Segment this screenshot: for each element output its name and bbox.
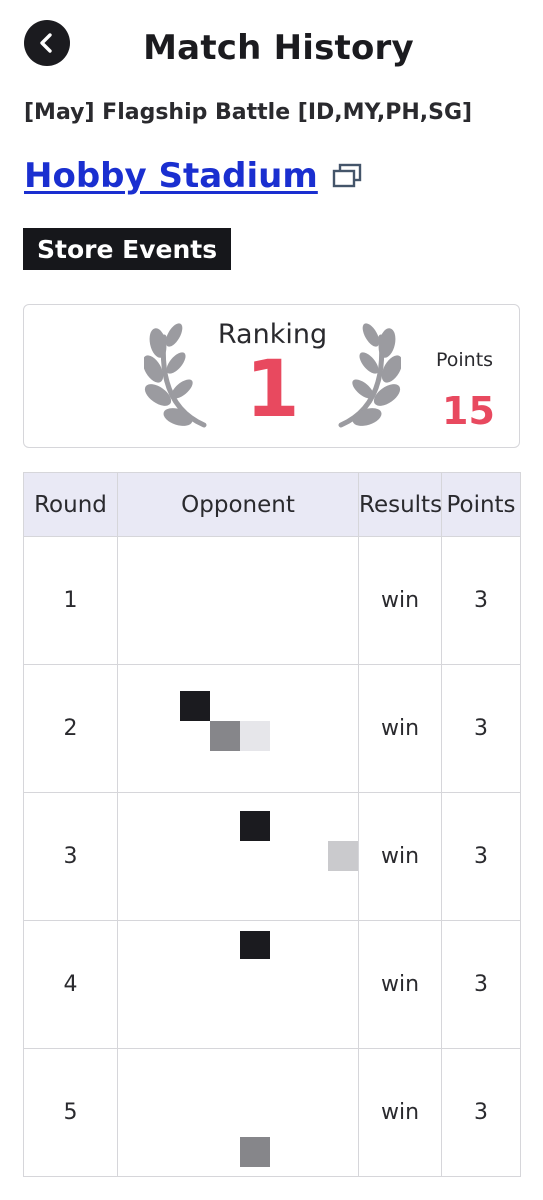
column-header-points: Points: [441, 472, 521, 537]
result-cell: win: [358, 920, 442, 1049]
page-title: Match History: [143, 28, 414, 68]
redaction-block: [240, 1137, 270, 1167]
match-results-table: Round Opponent Results Points 1 win 3 2 …: [23, 472, 521, 1177]
redaction-block: [240, 721, 270, 751]
points-label: Points: [436, 349, 494, 371]
column-header-opponent: Opponent: [117, 472, 359, 537]
points-cell: 3: [441, 792, 521, 921]
table-header-row: Round Opponent Results Points: [23, 472, 521, 537]
points-value: 15: [442, 389, 495, 433]
table-row: 1 win 3: [23, 536, 521, 665]
round-cell: 5: [23, 1048, 118, 1177]
opponent-cell: [117, 664, 359, 793]
redaction-block: [240, 811, 270, 841]
result-cell: win: [358, 1048, 442, 1177]
result-cell: win: [358, 536, 442, 665]
round-cell: 2: [23, 664, 118, 793]
event-name: [May] Flagship Battle [ID,MY,PH,SG]: [24, 100, 473, 125]
points-cell: 3: [441, 664, 521, 793]
round-cell: 1: [23, 536, 118, 665]
points-cell: 3: [441, 920, 521, 1049]
external-window-icon[interactable]: [332, 162, 364, 190]
redaction-block: [240, 931, 270, 959]
points-cell: 3: [441, 1048, 521, 1177]
points-cell: 3: [441, 536, 521, 665]
round-cell: 4: [23, 920, 118, 1049]
store-name-link[interactable]: Hobby Stadium: [24, 156, 318, 196]
result-cell: win: [358, 664, 442, 793]
table-row: 2 win 3: [23, 664, 521, 793]
table-row: 4 win 3: [23, 920, 521, 1049]
opponent-cell: [117, 1048, 359, 1177]
table-row: 5 win 3: [23, 1048, 521, 1177]
store-link-row: Hobby Stadium: [24, 156, 364, 196]
table-row: 3 win 3: [23, 792, 521, 921]
redaction-block: [210, 721, 240, 751]
redaction-block: [180, 691, 210, 721]
category-badge: Store Events: [23, 228, 232, 270]
column-header-results: Results: [358, 472, 442, 537]
ranking-card: Ranking 1 Points 15: [23, 304, 520, 448]
opponent-cell: [117, 536, 359, 665]
opponent-cell: [117, 920, 359, 1049]
opponent-cell: [117, 792, 359, 921]
result-cell: win: [358, 792, 442, 921]
redaction-block: [328, 841, 358, 871]
round-cell: 3: [23, 792, 118, 921]
column-header-round: Round: [23, 472, 118, 537]
